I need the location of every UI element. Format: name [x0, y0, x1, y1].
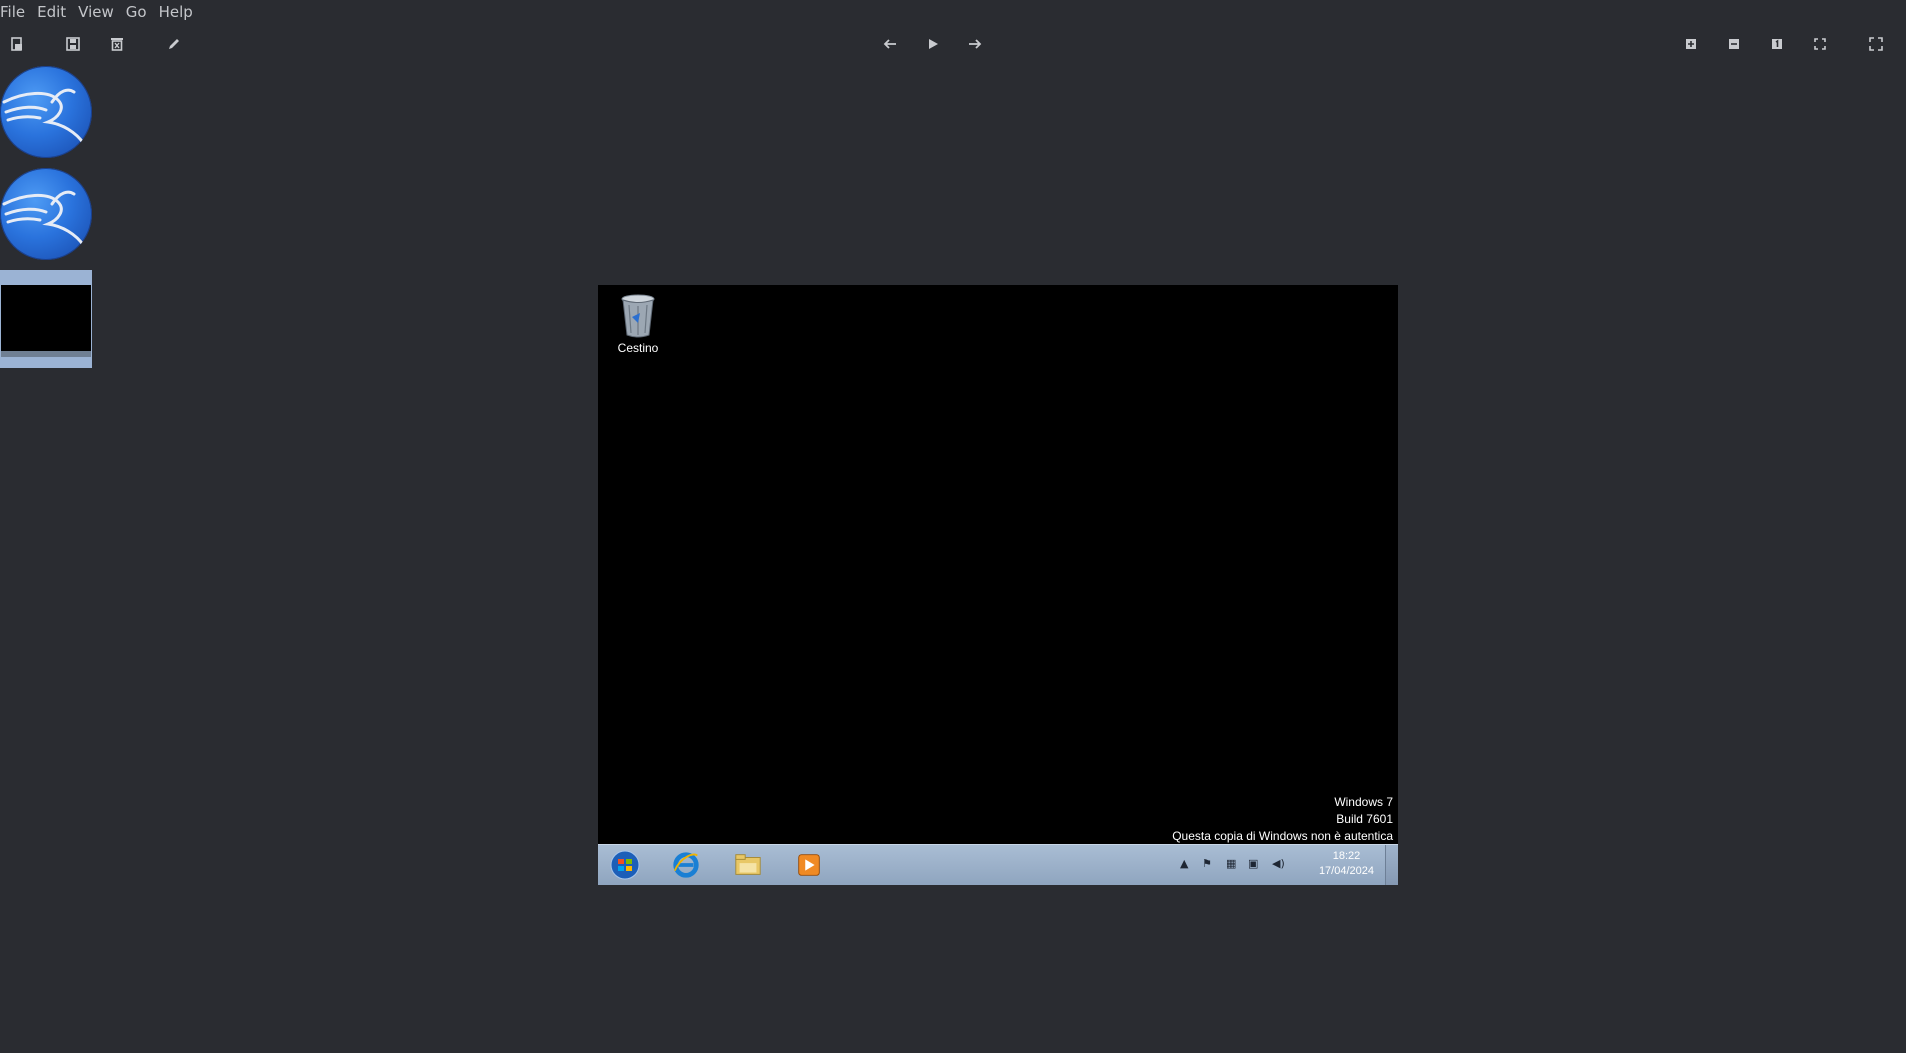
- play-slideshow-button[interactable]: [922, 33, 944, 55]
- previous-icon: [883, 39, 896, 49]
- kali-logo: [0, 66, 92, 158]
- menu-go[interactable]: Go: [120, 0, 153, 24]
- clock-time: 18:22: [1332, 850, 1361, 862]
- watermark-build: Build 7601: [1336, 812, 1393, 826]
- save-icon: [66, 37, 80, 51]
- open-button[interactable]: [6, 33, 28, 55]
- volume-icon: ◀): [1272, 857, 1285, 870]
- edit-icon: [169, 39, 179, 49]
- display-icon: ▣: [1248, 857, 1259, 870]
- zoom-100-button[interactable]: [1766, 33, 1788, 55]
- media-player-icon: [787, 849, 831, 881]
- watermark-os: Windows 7: [1334, 795, 1393, 809]
- zoom-out-icon: [1729, 39, 1739, 49]
- windows-start-icon: [603, 849, 647, 881]
- menu-file[interactable]: File: [0, 0, 31, 24]
- network-icon: ▦: [1226, 857, 1237, 870]
- fullscreen-button[interactable]: [1865, 33, 1887, 55]
- zoom-fit-icon: [1814, 38, 1826, 50]
- zoom-100-icon: [1772, 39, 1782, 49]
- delete-button[interactable]: [106, 33, 128, 55]
- thumbnail-image: [1, 285, 91, 357]
- thumbnail-kali-logo-1[interactable]: [0, 64, 92, 160]
- menu-help[interactable]: Help: [153, 0, 199, 24]
- show-desktop-button: [1385, 845, 1398, 885]
- menu-view[interactable]: View: [72, 0, 120, 24]
- clock-date: 17/04/2024: [1318, 865, 1374, 877]
- recycle-bin-label: Cestino: [617, 341, 659, 355]
- play-slideshow-icon: [929, 39, 938, 49]
- file-explorer-icon: [726, 849, 770, 881]
- fullscreen-icon: [1869, 37, 1883, 51]
- taskbar-clock: 18:22 17/04/2024: [1319, 849, 1374, 879]
- windows-taskbar: ▲ ⚑ ▦ ▣ ◀) 18:22 17/04/2024: [598, 844, 1398, 885]
- recycle-bin-icon: [618, 293, 658, 339]
- menu-edit[interactable]: Edit: [31, 0, 72, 24]
- previous-button[interactable]: [879, 33, 901, 55]
- next-icon: [969, 39, 982, 49]
- save-button[interactable]: [62, 33, 84, 55]
- thumbnail-kali-logo-2[interactable]: [0, 166, 92, 262]
- image-view[interactable]: Cestino Windows 7 Build 7601 Questa copi…: [598, 285, 1398, 885]
- recycle-bin: Cestino: [608, 293, 668, 355]
- tray-expand-icon: ▲: [1180, 857, 1189, 870]
- watermark-genuine: Questa copia di Windows non è autentica: [1172, 829, 1393, 843]
- internet-explorer-icon: [664, 849, 708, 881]
- delete-icon: [111, 38, 123, 51]
- action-center-icon: ⚑: [1202, 857, 1212, 870]
- zoom-out-button[interactable]: [1723, 33, 1745, 55]
- zoom-in-icon: [1686, 39, 1696, 49]
- menu-bar: File Edit View Go Help: [0, 0, 199, 24]
- open-icon: [11, 37, 22, 51]
- zoom-fit-button[interactable]: [1809, 33, 1831, 55]
- zoom-in-button[interactable]: [1680, 33, 1702, 55]
- kali-logo: [0, 168, 92, 260]
- edit-button[interactable]: [163, 33, 185, 55]
- next-button[interactable]: [964, 33, 986, 55]
- thumbnail-windows-desktop[interactable]: [0, 270, 92, 368]
